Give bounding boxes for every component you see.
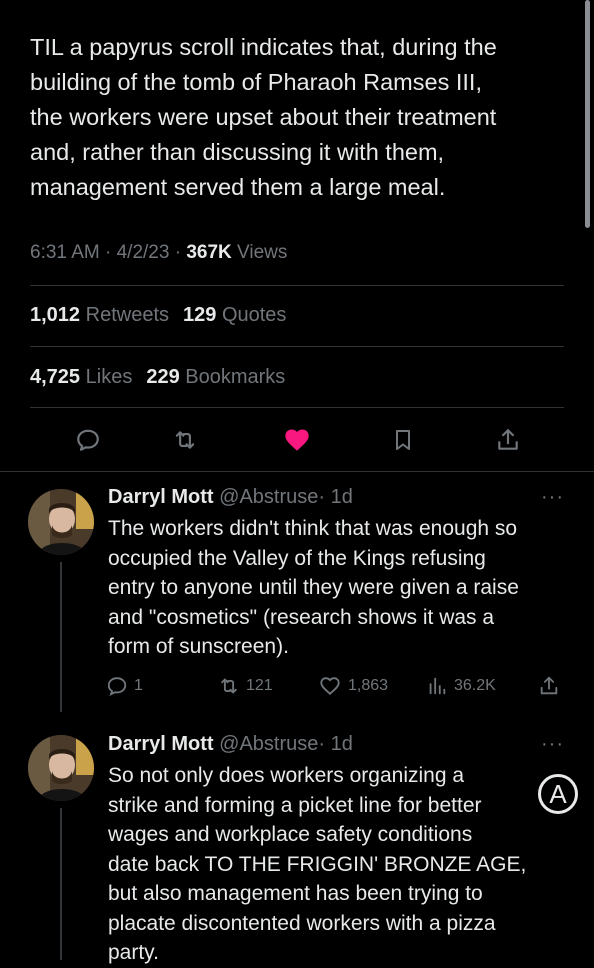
tweet-action-bar: [0, 418, 594, 462]
tweet-text: TIL a papyrus scroll indicates that, dur…: [30, 34, 497, 200]
like-bookmark-stats: 4,725 Likes 229 Bookmarks: [30, 366, 285, 389]
reply-count: 1: [134, 677, 143, 694]
likes-count: 4,725: [30, 366, 81, 388]
thread-line: [60, 808, 62, 960]
avatar-image: [28, 735, 94, 801]
more-icon: ···: [541, 733, 564, 755]
avatar-image: [28, 489, 94, 555]
retweet-quote-stats: 1,012 Retweets 129 Quotes: [30, 304, 286, 327]
divider: [0, 471, 594, 472]
author-handle[interactable]: @Abstruse: [219, 733, 318, 755]
heart-icon: [320, 677, 340, 696]
views-label: Views: [237, 242, 288, 263]
tweet-time[interactable]: 6:31 AM: [30, 242, 100, 263]
more-button[interactable]: ···: [541, 486, 564, 509]
avatar[interactable]: [28, 489, 94, 555]
reply-icon: [77, 429, 99, 451]
retweets-count: 1,012: [30, 304, 81, 326]
retweet-count: 121: [246, 677, 273, 694]
reply-time[interactable]: · 1d: [318, 486, 352, 508]
retweet-icon: [175, 431, 195, 449]
share-icon: [540, 676, 558, 695]
thread-line: [60, 562, 62, 712]
retweets-stat[interactable]: 1,012 Retweets: [30, 304, 169, 326]
tweet-meta: 6:31 AM · 4/2/23 · 367K Views: [30, 242, 287, 264]
retweet-button[interactable]: [163, 418, 207, 462]
meta-separator: ·: [99, 242, 117, 263]
share-icon: [498, 429, 518, 450]
badge-letter: A: [549, 778, 567, 809]
quotes-stat[interactable]: 129 Quotes: [183, 304, 286, 326]
view-count: 36.2K: [454, 677, 496, 694]
author-handle[interactable]: @Abstruse: [219, 486, 318, 508]
bookmark-icon: [396, 430, 410, 450]
likes-stat[interactable]: 4,725 Likes: [30, 366, 132, 388]
views-count: 367K: [186, 242, 232, 263]
accessibility-badge[interactable]: A: [538, 774, 578, 814]
more-icon: ···: [541, 486, 564, 508]
bookmarks-count: 229: [146, 366, 180, 388]
reply-text: The workers didn't think that was enough…: [108, 517, 519, 658]
heart-icon: [285, 429, 309, 451]
meta-separator: ·: [169, 242, 187, 263]
divider: [30, 407, 564, 408]
share-button[interactable]: [486, 418, 530, 462]
reply-header: Darryl Mott @Abstruse· 1d: [108, 486, 353, 509]
author-name[interactable]: Darryl Mott: [108, 733, 214, 755]
reply-time[interactable]: · 1d: [318, 733, 352, 755]
reply-action-bar: 1 121 1,863 36.2K: [100, 671, 570, 701]
quotes-label: Quotes: [221, 304, 287, 326]
reply-button[interactable]: [66, 418, 110, 462]
reply-header: Darryl Mott @Abstruse· 1d: [108, 733, 353, 756]
retweet-button[interactable]: 121: [218, 671, 273, 701]
quotes-count: 129: [183, 304, 217, 326]
bookmarks-label: Bookmarks: [185, 366, 286, 388]
reply-icon: [107, 677, 127, 697]
author-name[interactable]: Darryl Mott: [108, 486, 214, 508]
retweet-icon: [221, 678, 237, 694]
bar-chart-icon: [429, 677, 446, 695]
more-button[interactable]: ···: [541, 733, 564, 756]
like-button[interactable]: 1,863: [318, 671, 388, 701]
retweets-label: Retweets: [85, 304, 169, 326]
reply-text: So not only does workers organizing a st…: [108, 764, 527, 964]
like-count: 1,863: [348, 677, 389, 694]
views-button[interactable]: 36.2K: [426, 671, 496, 701]
share-button[interactable]: [538, 671, 560, 701]
reply-button[interactable]: 1: [106, 671, 143, 701]
scrollbar[interactable]: [585, 0, 590, 228]
likes-label: Likes: [85, 366, 133, 388]
avatar[interactable]: [28, 735, 94, 801]
divider: [30, 285, 564, 286]
tweet-date[interactable]: 4/2/23: [117, 242, 170, 263]
like-button[interactable]: [275, 418, 319, 462]
bookmarks-stat[interactable]: 229 Bookmarks: [146, 366, 285, 388]
divider: [30, 346, 564, 347]
bookmark-button[interactable]: [381, 418, 425, 462]
